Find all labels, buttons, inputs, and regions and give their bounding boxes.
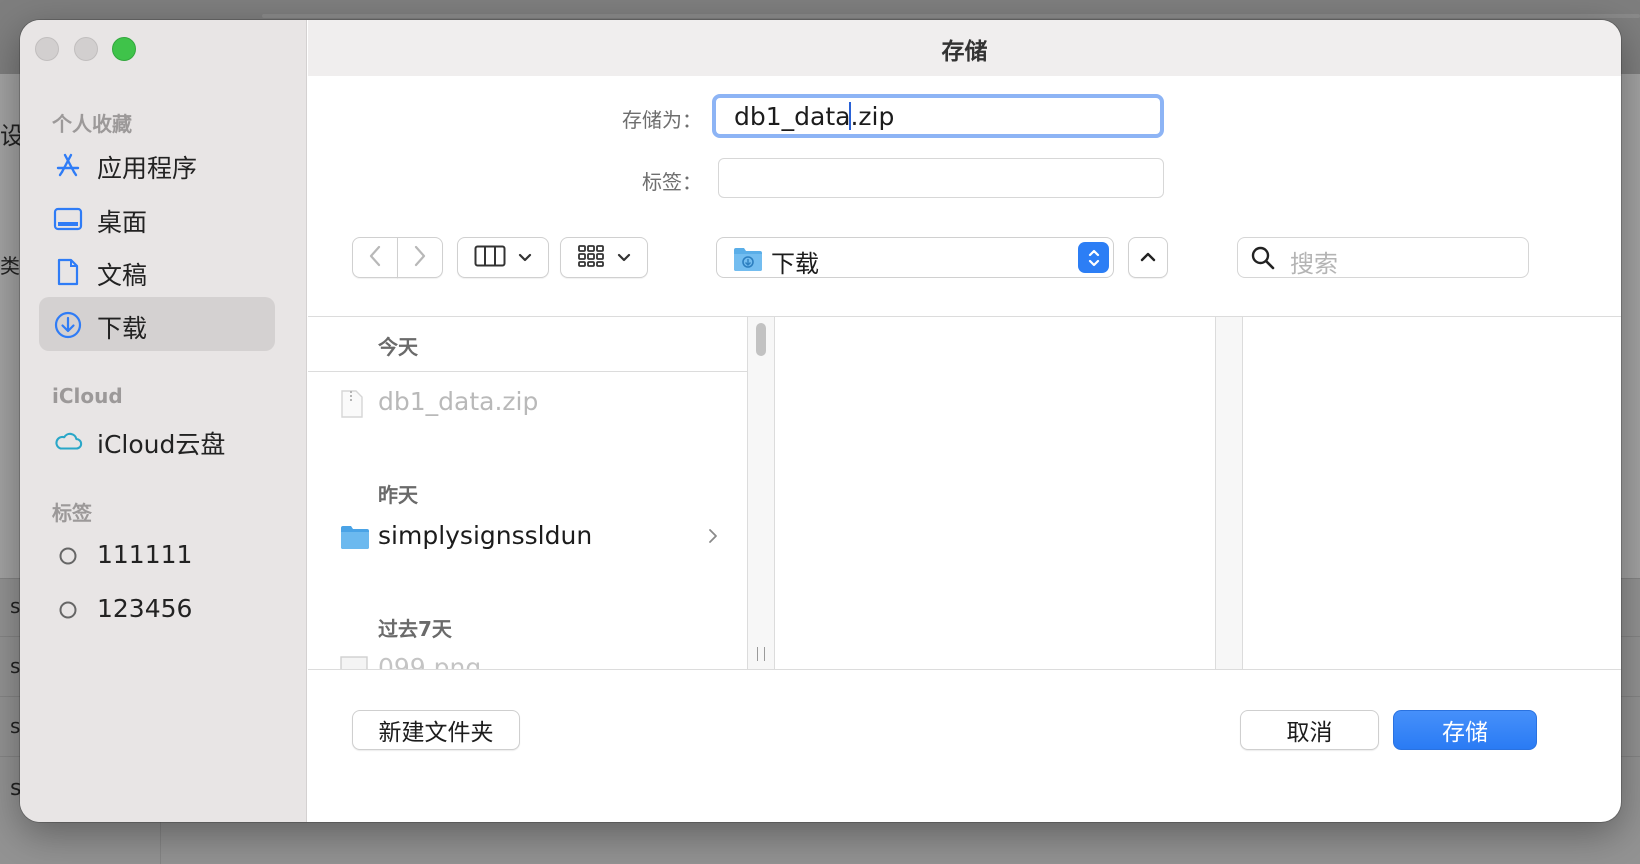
filename-extension: .zip	[850, 102, 895, 131]
background-cell: s	[10, 594, 21, 618]
sidebar-item-label: 111111	[97, 540, 193, 569]
file-row[interactable]: 099.png	[308, 647, 747, 669]
group-heading-today: 今天	[378, 335, 418, 359]
columns-view-icon	[474, 245, 506, 271]
chevron-left-icon	[368, 245, 382, 271]
file-name: db1_data.zip	[378, 387, 539, 416]
background-cell: s	[10, 714, 21, 738]
document-icon	[53, 257, 83, 287]
sidebar-item-label: 文稿	[97, 261, 148, 290]
minimize-window-button[interactable]	[74, 37, 98, 61]
collapse-button[interactable]	[1128, 237, 1168, 278]
icloud-heading: iCloud	[52, 384, 123, 408]
background-cell: s	[10, 654, 21, 678]
sidebar-item-documents[interactable]: 文稿	[39, 244, 275, 298]
sidebar-item-downloads[interactable]: 下载	[39, 297, 275, 351]
sidebar-item-applications[interactable]: 应用程序	[39, 137, 275, 191]
chevron-right-icon	[708, 525, 718, 549]
new-folder-button[interactable]: 新建文件夹	[352, 710, 520, 750]
chevron-down-icon	[617, 248, 631, 267]
save-dialog: 个人收藏 应用程序 桌面 文稿 下载 iCloud iCloud云盘 标签 11…	[20, 20, 1621, 822]
titlebar: 存储	[308, 20, 1621, 76]
sidebar-item-desktop[interactable]: 桌面	[39, 191, 275, 245]
image-file-icon	[340, 655, 368, 669]
sidebar: 个人收藏 应用程序 桌面 文稿 下载 iCloud iCloud云盘 标签 11…	[20, 20, 307, 822]
background-label: 类	[0, 254, 20, 278]
forward-button[interactable]	[397, 237, 443, 278]
group-by-button[interactable]	[560, 237, 648, 278]
browser-column-empty	[775, 317, 1215, 669]
chevron-down-icon	[518, 248, 532, 267]
tags-label: 标签：	[642, 170, 702, 194]
view-mode-button[interactable]	[457, 237, 549, 278]
scrollbar-thumb[interactable]	[756, 323, 766, 356]
background-toolbar-edge	[262, 14, 1640, 18]
browser-column: 今天 db1_data.zip 昨天 simplysignssldun 过去7天…	[308, 317, 747, 669]
download-icon	[53, 310, 83, 340]
sidebar-item-label: 桌面	[97, 208, 148, 237]
chevron-up-icon	[1140, 248, 1156, 267]
column-scrollbar[interactable]	[747, 317, 775, 669]
column-resize-handle[interactable]	[757, 647, 765, 661]
dialog-title: 存储	[941, 39, 988, 65]
group-heading-past-7-days: 过去7天	[378, 617, 452, 641]
search-input[interactable]: 搜索	[1237, 237, 1529, 278]
filename-text: db1_data	[734, 102, 851, 131]
group-divider	[308, 371, 747, 372]
zip-file-icon	[340, 389, 364, 423]
tag-circle-icon	[53, 541, 83, 571]
dialog-main: 存储 存储为： db1_data.zip 标签： 下载 搜索 今天 db1_da…	[308, 20, 1621, 822]
sidebar-item-icloud-drive[interactable]: iCloud云盘	[39, 413, 275, 467]
cancel-button[interactable]: 取消	[1240, 710, 1379, 750]
close-window-button[interactable]	[35, 37, 59, 61]
location-label: 下载	[771, 250, 819, 278]
file-row[interactable]: db1_data.zip	[308, 381, 747, 425]
group-heading-yesterday: 昨天	[378, 483, 418, 507]
sidebar-item-tag-111111[interactable]: 111111	[39, 528, 275, 582]
sidebar-item-label: 下载	[97, 314, 148, 343]
search-placeholder: 搜索	[1290, 250, 1338, 278]
tags-input[interactable]	[718, 158, 1164, 198]
favorites-heading: 个人收藏	[52, 112, 132, 136]
save-as-label: 存储为：	[622, 108, 702, 132]
save-button[interactable]: 存储	[1393, 710, 1537, 750]
popup-stepper-icon	[1078, 242, 1109, 273]
chevron-right-icon	[413, 245, 427, 271]
desktop-icon	[53, 204, 83, 234]
sidebar-item-label: 123456	[97, 594, 193, 623]
file-name: 099.png	[378, 653, 482, 669]
filename-input[interactable]: db1_data.zip	[712, 94, 1164, 138]
file-browser: 今天 db1_data.zip 昨天 simplysignssldun 过去7天…	[308, 316, 1621, 670]
tags-heading: 标签	[52, 501, 92, 525]
zoom-window-button[interactable]	[112, 37, 136, 61]
sidebar-item-label: 应用程序	[97, 154, 198, 183]
downloads-folder-icon	[733, 246, 763, 276]
location-popup[interactable]: 下载	[716, 237, 1114, 278]
folder-row[interactable]: simplysignssldun	[308, 515, 747, 559]
tag-circle-icon	[53, 595, 83, 625]
folder-name: simplysignssldun	[378, 521, 593, 550]
search-icon	[1250, 245, 1276, 275]
back-button[interactable]	[352, 237, 398, 278]
sidebar-item-label: iCloud云盘	[97, 430, 226, 459]
cloud-icon	[53, 426, 83, 456]
column-scrollbar[interactable]	[1215, 317, 1243, 669]
grid-icon	[577, 244, 605, 272]
app-store-icon	[53, 150, 83, 180]
sidebar-item-tag-123456[interactable]: 123456	[39, 582, 275, 636]
folder-icon	[340, 524, 370, 554]
